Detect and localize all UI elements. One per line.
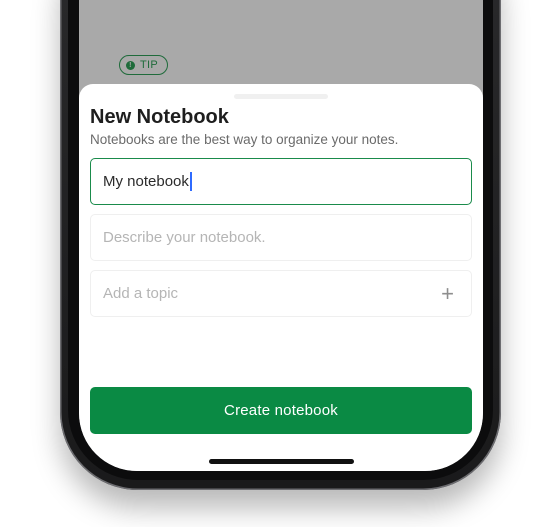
create-notebook-button[interactable]: Create notebook: [90, 387, 472, 434]
topic-placeholder: Add a topic: [103, 285, 179, 302]
create-notebook-label: Create notebook: [224, 402, 338, 419]
description-placeholder: Describe your notebook.: [103, 229, 266, 246]
home-indicator[interactable]: [209, 459, 354, 464]
sheet-title: New Notebook: [90, 106, 229, 128]
notebook-name-value: My notebook: [103, 173, 189, 190]
text-cursor: [189, 172, 192, 191]
tip-badge[interactable]: ! TIP: [119, 55, 169, 75]
plus-icon[interactable]: +: [441, 283, 454, 305]
phone-mockup: ! TIP New Notebook Notebooks are the bes…: [0, 0, 556, 527]
info-icon: !: [126, 60, 135, 70]
tip-label: TIP: [140, 59, 159, 71]
sheet-subtitle: Notebooks are the best way to organize y…: [90, 132, 399, 147]
phone-screen: ! TIP New Notebook Notebooks are the bes…: [79, 0, 483, 471]
sheet-grabber[interactable]: [234, 94, 328, 99]
new-notebook-sheet: New Notebook Notebooks are the best way …: [79, 84, 483, 471]
notebook-description-input[interactable]: Describe your notebook.: [90, 214, 472, 261]
add-topic-input[interactable]: Add a topic +: [90, 270, 472, 317]
notebook-name-input[interactable]: My notebook: [90, 158, 472, 205]
